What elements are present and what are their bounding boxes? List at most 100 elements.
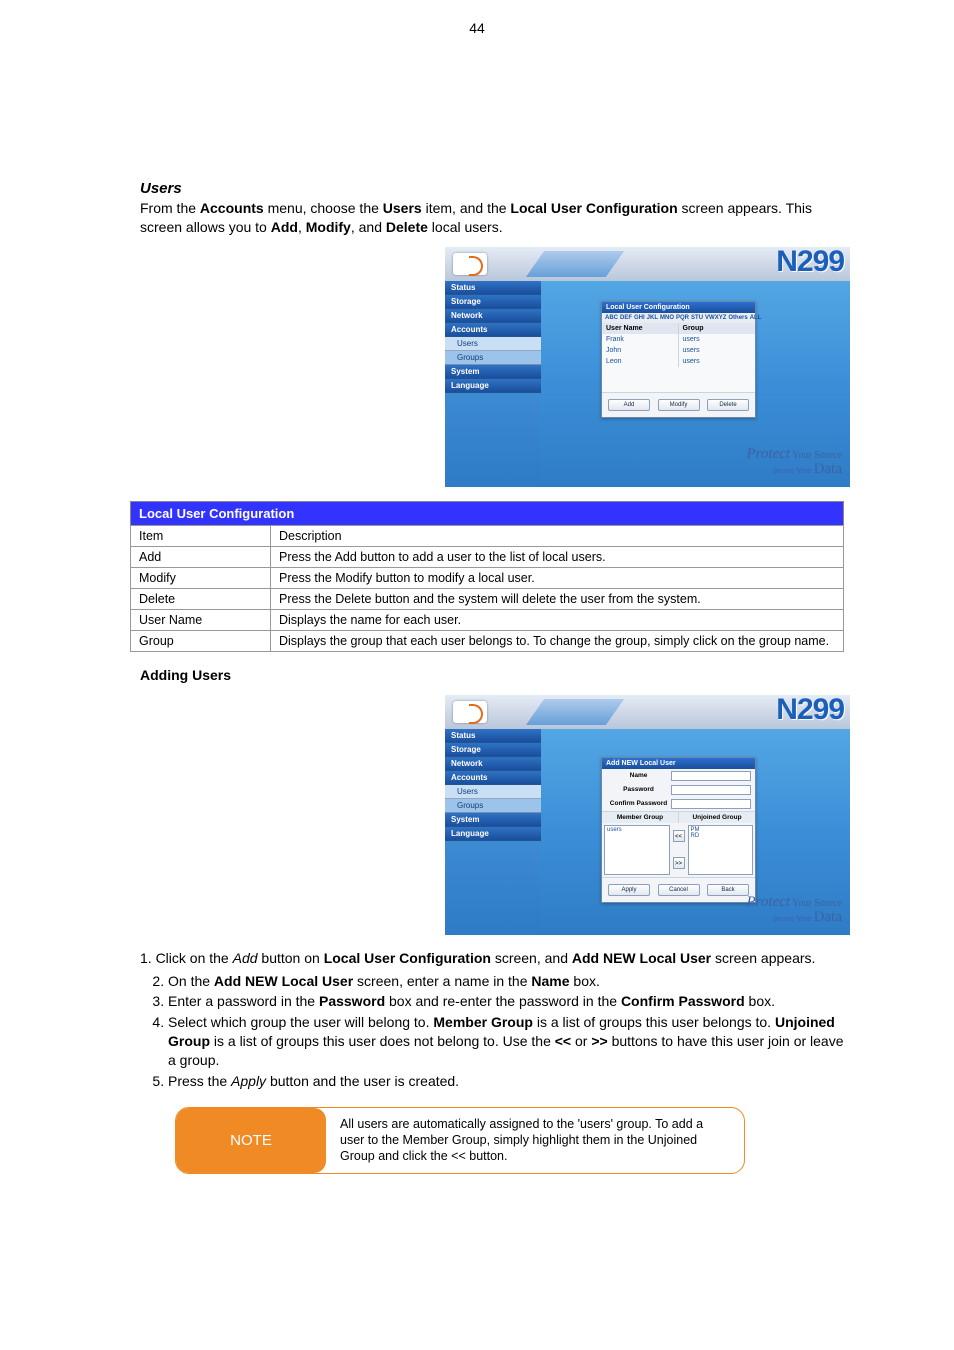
panel-title: Local User Configuration [602,302,755,313]
nav-system[interactable]: System [445,813,541,827]
alpha-filter[interactable]: ABC [605,315,618,321]
user-table-header: User Name Group [602,323,755,334]
t: >> [591,1033,607,1049]
t: Data [814,461,842,477]
t: box. [745,993,775,1009]
cancel-button[interactable]: Cancel [658,884,700,896]
cell-username: Frank [602,334,679,345]
nav-accounts-users[interactable]: Users [445,337,541,351]
t: Confirm Password [621,993,745,1009]
t: menu, choose the [264,200,383,216]
nav-status[interactable]: Status [445,729,541,743]
t: is a list of groups this user does not b… [210,1033,555,1049]
sidebar-nav: Status Storage Network Accounts Users Gr… [445,729,541,929]
alpha-filter[interactable]: Others [728,315,747,321]
alpha-filter[interactable]: MNO [660,315,674,321]
modify-button[interactable]: Modify [658,399,700,411]
t: Local User Configuration [510,200,677,216]
local-user-config-description-table: Local User Configuration ItemDescription… [130,501,844,652]
move-left-button[interactable]: << [673,830,685,842]
label-password: Password [606,786,671,793]
move-right-button[interactable]: >> [673,857,685,869]
t: Password [319,993,385,1009]
t: Add NEW Local User [572,950,711,966]
t: Local User Configuration [324,950,491,966]
desc-v: Description [271,525,844,546]
nav-status[interactable]: Status [445,281,541,295]
desc-k: User Name [131,609,271,630]
nav-storage[interactable]: Storage [445,295,541,309]
desc-v: Press the Delete button and the system w… [271,588,844,609]
t: is a list of groups this user belongs to… [533,1014,775,1030]
label-unjoined-group: Unjoined Group [679,811,755,823]
password-input[interactable] [671,785,751,795]
sidebar-nav: Status Storage Network Accounts Users Gr… [445,281,541,481]
brand-logo [453,253,487,275]
panel-button-row: Add Modify Delete [602,392,755,417]
nav-accounts-groups[interactable]: Groups [445,799,541,813]
desc-k: Group [131,630,271,651]
t: Press the [168,1073,231,1089]
alpha-filter[interactable]: PQR [676,315,689,321]
nav-accounts[interactable]: Accounts [445,771,541,785]
header-accent [526,251,624,277]
list-item[interactable]: users [607,827,667,833]
t: box. [570,973,600,989]
t: , [298,219,306,235]
unjoined-group-list[interactable]: PM RD [688,825,754,875]
alpha-filter[interactable]: VWXYZ [705,315,726,321]
nav-language[interactable]: Language [445,379,541,393]
device-header: N299 [445,695,850,729]
t: Secure Your [773,466,814,475]
alpha-filter[interactable]: JKL [647,315,658,321]
desc-k: Item [131,525,271,546]
member-group-list[interactable]: users [604,825,670,875]
page-number: 44 [469,20,485,36]
add-button[interactable]: Add [608,399,650,411]
nav-network[interactable]: Network [445,309,541,323]
apply-button[interactable]: Apply [608,884,650,896]
nav-accounts-groups[interactable]: Groups [445,351,541,365]
nav-storage[interactable]: Storage [445,743,541,757]
user-table-body: Frank users John users Leon users [602,334,755,392]
t: Name [531,973,569,989]
alpha-filter[interactable]: ALL [750,315,762,321]
nav-accounts-users[interactable]: Users [445,785,541,799]
t: Apply [231,1073,266,1089]
list-item[interactable]: RD [691,833,751,839]
desc-table-title: Local User Configuration [131,501,844,525]
screenshot-local-user-config: N299 Status Storage Network Accounts Use… [445,247,850,487]
nav-system[interactable]: System [445,365,541,379]
device-model: N299 [776,695,844,727]
t: screen, enter a name in the [353,973,531,989]
table-row[interactable]: John users [602,345,755,356]
name-input[interactable] [671,771,751,781]
add-user-steps: 1. Click on the Add button on Local User… [140,949,844,1091]
t: Your Source [790,898,842,909]
label-confirm-password: Confirm Password [606,800,671,807]
confirm-password-input[interactable] [671,799,751,809]
alpha-filter[interactable]: GHI [634,315,645,321]
t: Add [271,219,298,235]
section-heading-users: Users [140,180,954,197]
alpha-filter[interactable]: DEF [620,315,632,321]
nav-language[interactable]: Language [445,827,541,841]
alpha-filter[interactable]: STU [691,315,703,321]
subheading-adding-users: Adding Users [140,666,844,685]
nav-accounts[interactable]: Accounts [445,323,541,337]
t: , and [351,219,386,235]
table-row[interactable]: Leon users [602,356,755,367]
cell-group[interactable]: users [679,356,756,367]
delete-button[interactable]: Delete [707,399,749,411]
cell-username: Leon [602,356,679,367]
desc-v: Displays the name for each user. [271,609,844,630]
t: Select which group the user will belong … [168,1014,433,1030]
step-4: Select which group the user will belong … [168,1013,844,1070]
table-row[interactable]: Frank users [602,334,755,345]
cell-group[interactable]: users [679,345,756,356]
cell-group[interactable]: users [679,334,756,345]
desc-v: Press the Add button to add a user to th… [271,546,844,567]
nav-network[interactable]: Network [445,757,541,771]
back-button[interactable]: Back [707,884,749,896]
label-name: Name [606,772,671,779]
